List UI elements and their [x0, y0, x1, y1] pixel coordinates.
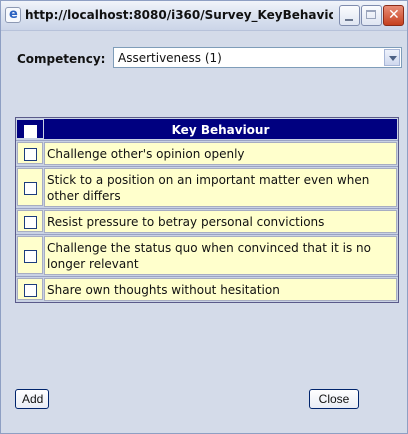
behaviour-text: Share own thoughts without hesitation — [44, 278, 397, 301]
chevron-down-icon[interactable] — [384, 49, 400, 66]
dialog-content: Competency: Assertiveness (1) Key Behavi… — [5, 31, 405, 431]
competency-label: Competency: — [17, 52, 106, 66]
key-behaviour-header: Key Behaviour — [44, 119, 397, 139]
table-row: Share own thoughts without hesitation — [16, 276, 398, 301]
behaviour-text: Resist pressure to betray personal convi… — [44, 210, 397, 233]
ie-page-icon — [5, 7, 21, 23]
select-all-checkbox[interactable] — [24, 125, 37, 138]
minimize-button[interactable] — [339, 5, 360, 26]
competency-selected-value: Assertiveness (1) — [118, 51, 222, 65]
window-title: http://localhost:8080/i360/Survey_KeyBeh… — [25, 8, 333, 22]
row-checkbox[interactable] — [24, 148, 37, 161]
table-row: Challenge other's opinion openly — [16, 140, 398, 165]
close-button[interactable]: Close — [309, 389, 359, 409]
competency-select[interactable]: Assertiveness (1) — [113, 47, 402, 68]
row-check-cell — [17, 236, 43, 274]
close-icon: ✕ — [388, 7, 400, 23]
table-row: Stick to a position on an important matt… — [16, 166, 398, 207]
row-check-cell — [17, 142, 43, 164]
key-behaviour-table: Key Behaviour Challenge other's opinion … — [15, 117, 399, 303]
row-checkbox[interactable] — [24, 284, 37, 297]
behaviour-text: Challenge other's opinion openly — [44, 142, 397, 165]
select-all-cell — [17, 120, 43, 138]
table-header-row: Key Behaviour — [16, 119, 398, 139]
maximize-button[interactable] — [361, 5, 382, 26]
row-check-cell — [17, 278, 43, 300]
table-row: Challenge the status quo when convinced … — [16, 234, 398, 275]
row-check-cell — [17, 210, 43, 232]
row-checkbox[interactable] — [24, 216, 37, 229]
popup-window: http://localhost:8080/i360/Survey_KeyBeh… — [0, 0, 408, 434]
title-bar[interactable]: http://localhost:8080/i360/Survey_KeyBeh… — [1, 1, 407, 31]
row-checkbox[interactable] — [24, 250, 37, 263]
behaviour-text: Challenge the status quo when convinced … — [44, 236, 397, 275]
add-button[interactable]: Add — [15, 389, 49, 409]
close-window-button[interactable]: ✕ — [383, 5, 404, 26]
row-checkbox[interactable] — [24, 182, 37, 195]
row-check-cell — [17, 168, 43, 206]
table-row: Resist pressure to betray personal convi… — [16, 208, 398, 233]
behaviour-text: Stick to a position on an important matt… — [44, 168, 397, 207]
